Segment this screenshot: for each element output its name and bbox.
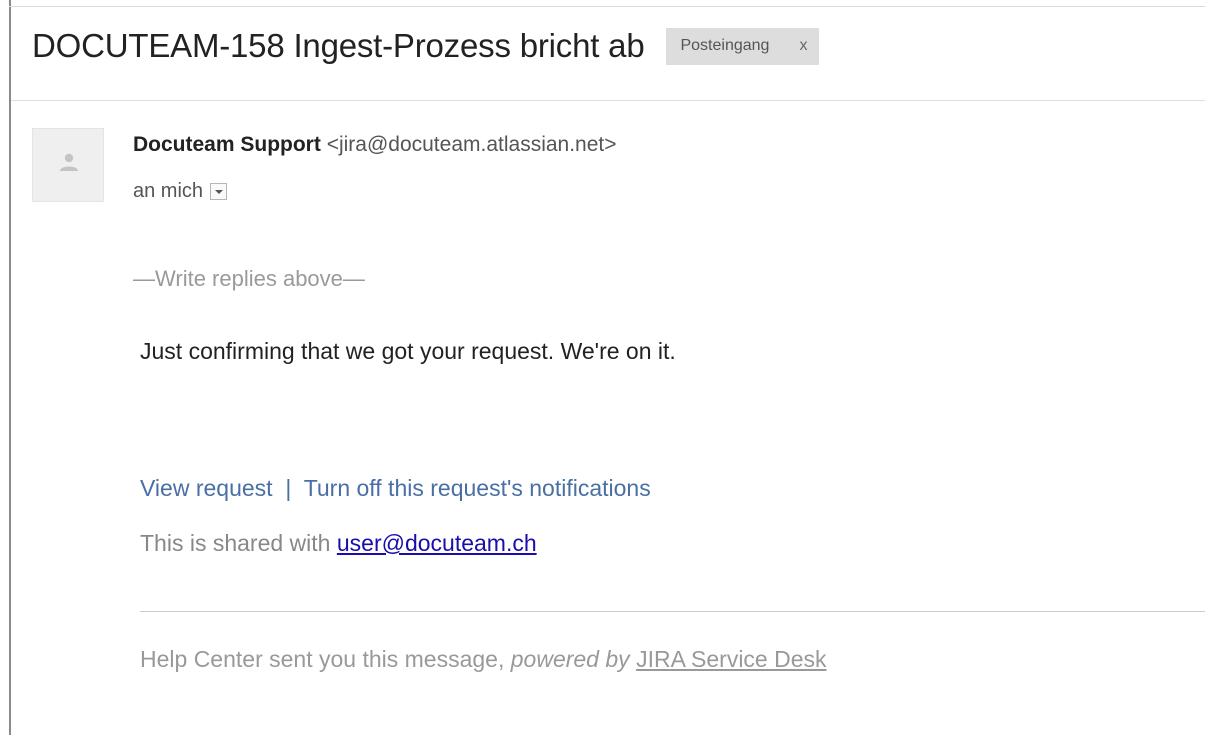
- label-chip-name[interactable]: Posteingang: [680, 37, 769, 55]
- left-border: [9, 0, 11, 735]
- view-request-link[interactable]: View request: [140, 475, 273, 501]
- header-divider: [11, 100, 1205, 101]
- powered-by-text: powered by: [510, 646, 630, 672]
- jira-service-desk-link[interactable]: JIRA Service Desk: [636, 646, 826, 672]
- sender-avatar: [32, 128, 104, 202]
- subject-header: DOCUTEAM-158 Ingest-Prozess bricht ab Po…: [32, 18, 820, 74]
- link-separator: |: [278, 475, 298, 501]
- request-links: View request | Turn off this request's n…: [140, 475, 651, 502]
- email-subject: DOCUTEAM-158 Ingest-Prozess bricht ab: [32, 27, 645, 64]
- shared-with-line: This is shared with user@docuteam.ch: [140, 530, 537, 557]
- sender-line: Docuteam Support <jira@docuteam.atlassia…: [133, 133, 617, 157]
- remove-label-button[interactable]: x: [799, 37, 807, 55]
- footer-line: Help Center sent you this message, power…: [140, 646, 827, 673]
- message-body: Just confirming that we got your request…: [140, 338, 676, 364]
- label-chip-inbox[interactable]: Posteingang x: [666, 27, 820, 65]
- recipient-line: an mich: [133, 180, 228, 203]
- reply-marker: —Write replies above—: [133, 266, 365, 291]
- shared-with-prefix: This is shared with: [140, 530, 337, 556]
- shared-email-link[interactable]: user@docuteam.ch: [337, 530, 537, 556]
- top-border: [9, 6, 1205, 7]
- footer-text: Help Center sent you this message,: [140, 646, 511, 672]
- person-placeholder-icon: [60, 153, 78, 171]
- turn-off-notifications-link[interactable]: Turn off this request's notifications: [304, 475, 651, 501]
- sender-email: <jira@docuteam.atlassian.net>: [326, 133, 617, 156]
- footer-divider: [140, 611, 1205, 612]
- chevron-down-icon[interactable]: [210, 183, 228, 200]
- sender-name[interactable]: Docuteam Support: [133, 133, 321, 156]
- recipient-text: an mich: [133, 180, 204, 202]
